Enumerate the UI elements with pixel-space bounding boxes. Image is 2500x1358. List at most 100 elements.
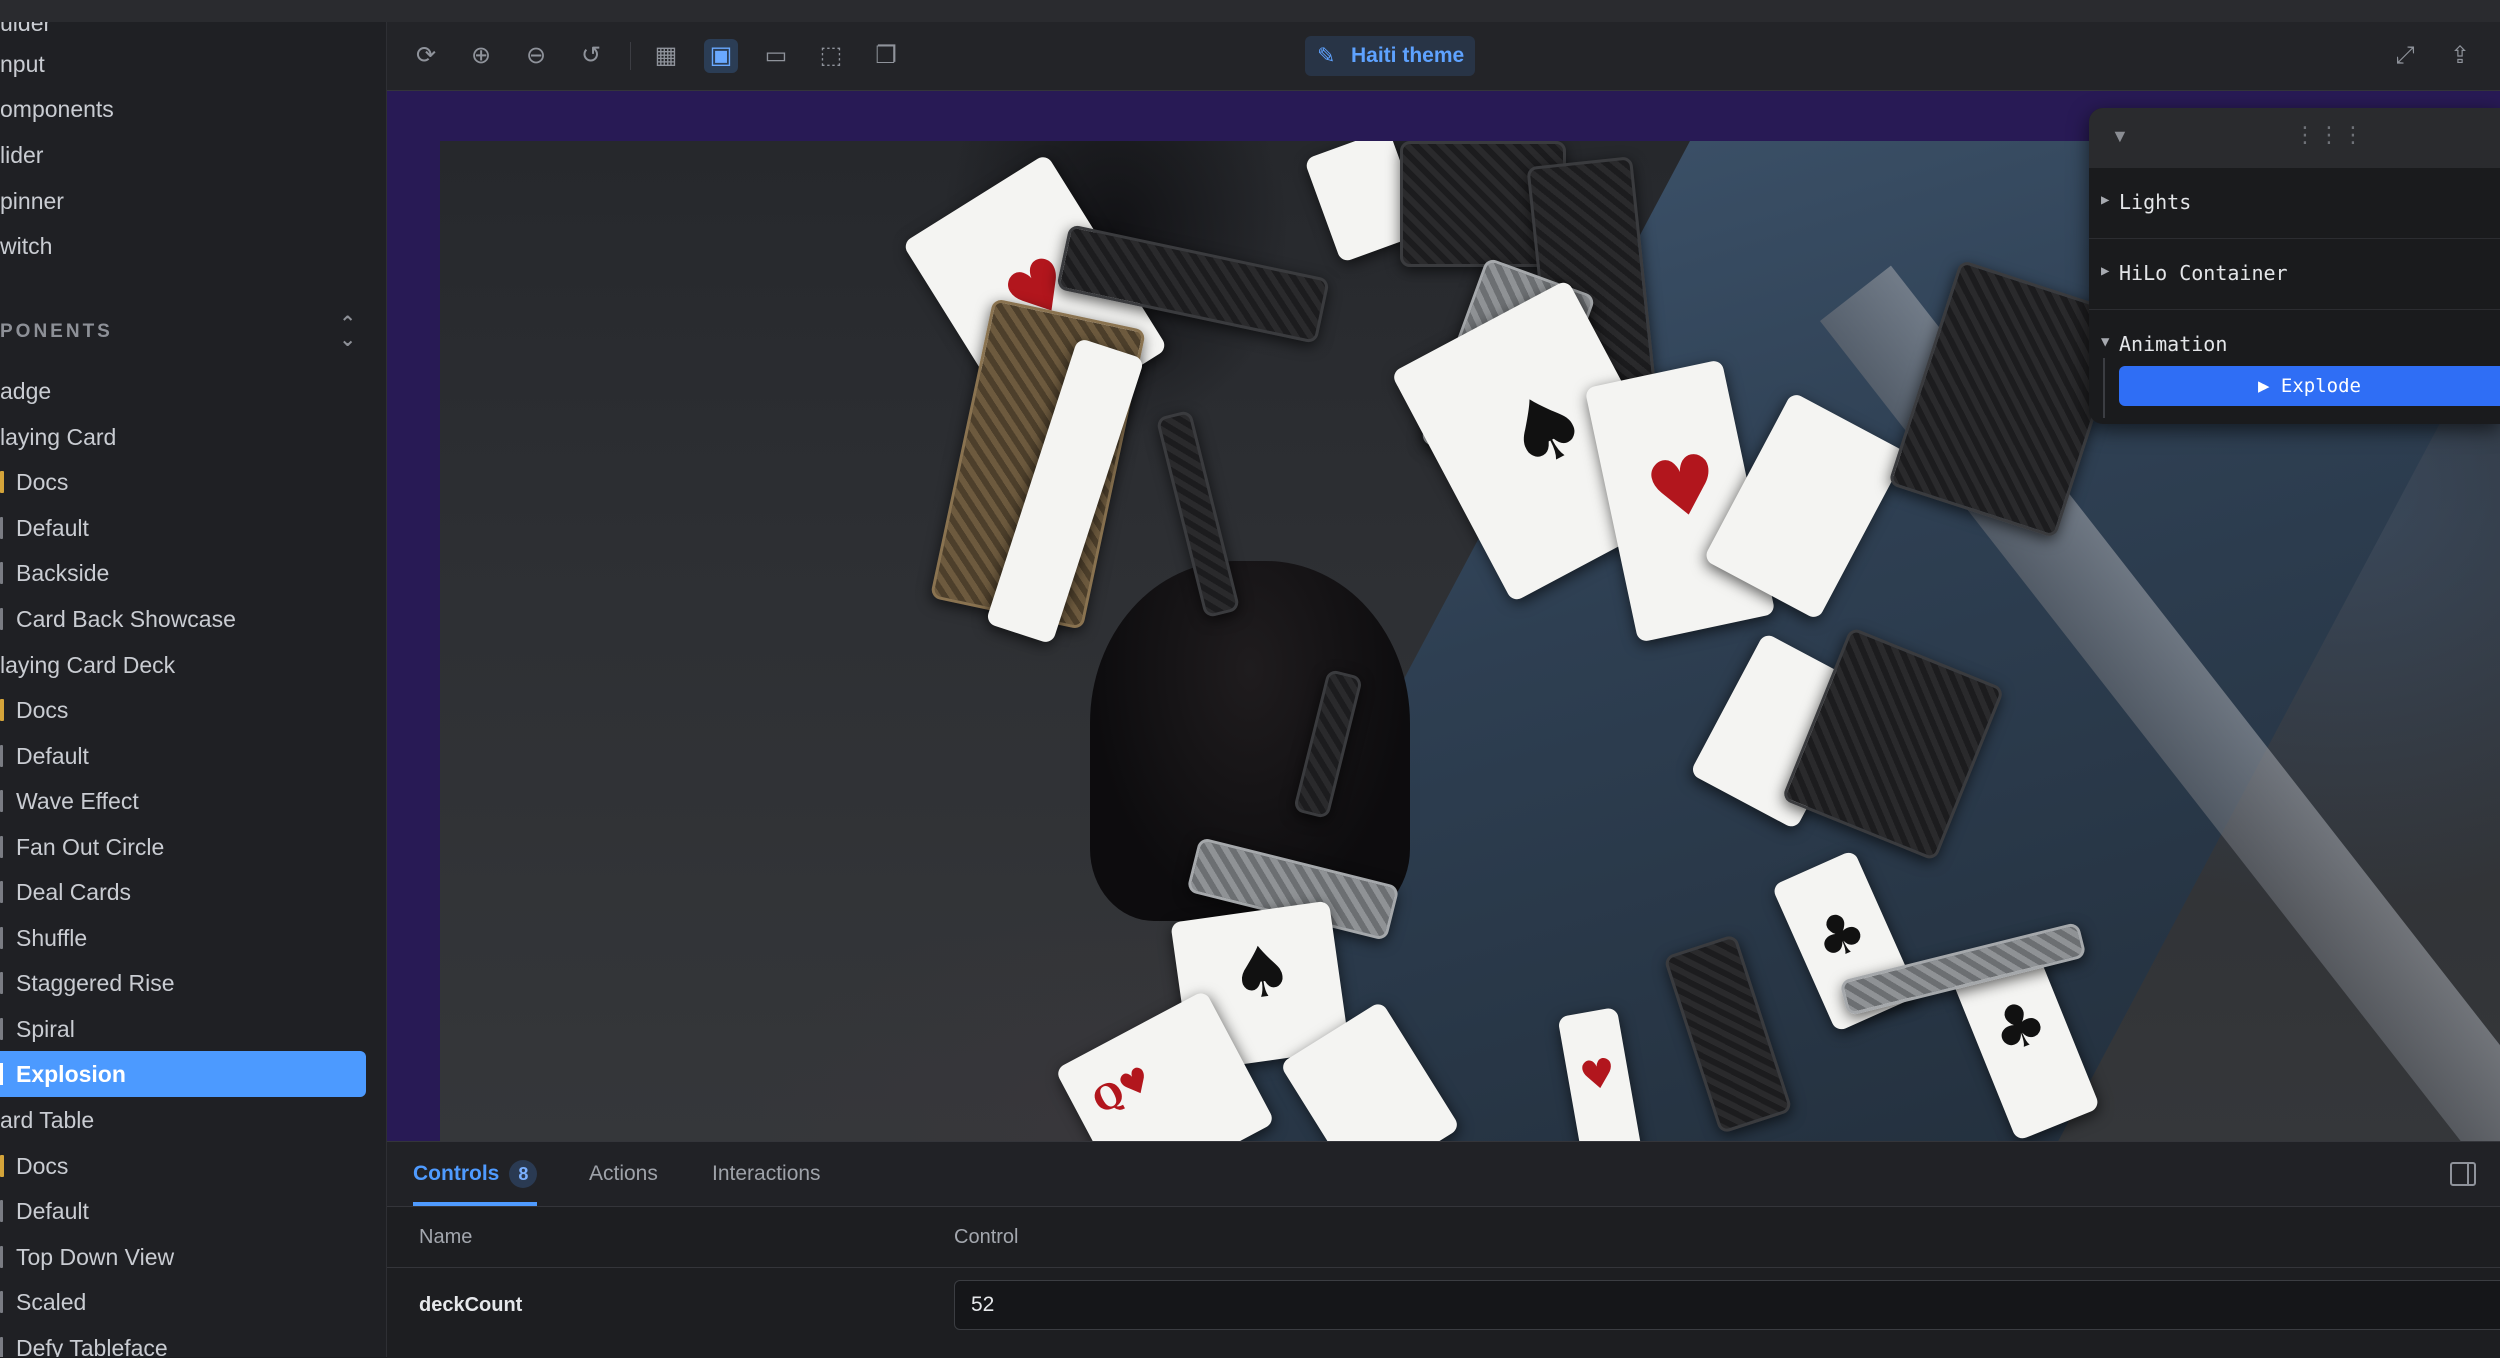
collapse-icon[interactable]: ▼ bbox=[2111, 126, 2129, 147]
sidebar-item-shuffle[interactable]: Shuffle bbox=[0, 915, 87, 961]
sidebar-item-default[interactable]: Default bbox=[0, 505, 89, 551]
deck-count-input[interactable] bbox=[954, 1280, 2500, 1330]
sidebar-item-scaled[interactable]: Scaled bbox=[0, 1279, 86, 1325]
sidebar-item-label: Defy Tableface bbox=[16, 1335, 168, 1357]
sidebar-item-docs[interactable]: Docs bbox=[0, 687, 68, 733]
sidebar-item-spiral[interactable]: Spiral bbox=[0, 1006, 75, 1052]
story-icon bbox=[0, 972, 3, 994]
sidebar-item-label: Spiral bbox=[16, 1016, 75, 1042]
story-icon bbox=[0, 1291, 3, 1313]
sidebar-item-defy-tableface[interactable]: Defy Tableface bbox=[0, 1325, 168, 1357]
heart-icon: Q♥ bbox=[1086, 1058, 1159, 1123]
sidebar-item-deal-cards[interactable]: Deal Cards bbox=[0, 869, 131, 915]
story-icon bbox=[0, 1018, 3, 1040]
sidebar-item-staggered-rise[interactable]: Staggered Rise bbox=[0, 960, 175, 1006]
tab-label: Actions bbox=[589, 1162, 658, 1185]
sidebar-item-label: Shuffle bbox=[16, 925, 88, 951]
club-icon: ♣ bbox=[1981, 984, 2058, 1070]
sidebar-item-label: lider bbox=[0, 142, 44, 168]
tab-interactions[interactable]: Interactions bbox=[712, 1142, 821, 1206]
outline-icon[interactable]: ⬚ bbox=[814, 39, 848, 73]
grid-icon[interactable]: ▦ bbox=[649, 39, 683, 73]
sidebar-item-wave-effect[interactable]: Wave Effect bbox=[0, 778, 139, 824]
column-header-control: Control bbox=[954, 1226, 1019, 1248]
story-icon bbox=[0, 562, 3, 584]
docs-icon bbox=[0, 471, 4, 493]
sidebar-item-label: ulder bbox=[0, 22, 52, 36]
folder-label: HiLo Container bbox=[2119, 261, 2288, 285]
viewport-icon[interactable]: ▭ bbox=[759, 39, 793, 73]
zoom-out-icon[interactable]: ⊖ bbox=[519, 39, 553, 73]
sidebar-item-label: Staggered Rise bbox=[16, 970, 175, 996]
expand-collapse-icon[interactable]: ⌃ ⌄ bbox=[339, 314, 356, 350]
theme-switcher-button[interactable]: ✎ Haiti theme bbox=[1305, 36, 1475, 76]
sidebar-item-input[interactable]: nput bbox=[0, 41, 45, 87]
reload-icon[interactable]: ⟳ bbox=[409, 39, 443, 73]
sidebar-item-fan-out-circle[interactable]: Fan Out Circle bbox=[0, 824, 164, 870]
sidebar-item-card-back-showcase[interactable]: Card Back Showcase bbox=[0, 596, 236, 642]
sidebar-item-badge[interactable]: adge bbox=[0, 368, 51, 414]
zoom-in-icon[interactable]: ⊕ bbox=[464, 39, 498, 73]
folder-lights[interactable]: ▶ Lights bbox=[2089, 168, 2500, 239]
story-icon bbox=[0, 608, 3, 630]
toolbar-divider bbox=[630, 42, 631, 70]
sidebar-item-label: nput bbox=[0, 51, 45, 77]
sidebar-item-label: Fan Out Circle bbox=[16, 834, 165, 860]
sidebar-item-switch[interactable]: witch bbox=[0, 223, 52, 269]
sidebar-item-components[interactable]: omponents bbox=[0, 86, 114, 132]
folder-label: Animation bbox=[2119, 332, 2228, 356]
sidebar-item-top-down-view[interactable]: Top Down View bbox=[0, 1234, 174, 1280]
background-image-icon[interactable]: ▣ bbox=[704, 39, 738, 73]
explode-button[interactable]: ▶ Explode bbox=[2119, 366, 2500, 406]
column-header-name: Name bbox=[419, 1226, 473, 1248]
folder-indent-line bbox=[2103, 358, 2105, 418]
folder-hilo-container[interactable]: ▶ HiLo Container bbox=[2089, 239, 2500, 310]
sidebar-item-label: Default bbox=[16, 743, 89, 769]
folder-label: Lights bbox=[2119, 190, 2192, 214]
addons-tabs: Controls 8 Actions Interactions bbox=[387, 1142, 2500, 1207]
sidebar-item-card-table[interactable]: ard Table bbox=[0, 1097, 94, 1143]
tab-actions[interactable]: Actions bbox=[589, 1142, 658, 1206]
sidebar-item-label: Wave Effect bbox=[16, 788, 139, 814]
sidebar-item-label: Top Down View bbox=[16, 1244, 175, 1270]
sidebar-item-slider[interactable]: lider bbox=[0, 132, 43, 178]
theme-label: Haiti theme bbox=[1351, 44, 1465, 67]
sidebar-item-label: adge bbox=[0, 378, 52, 404]
sidebar-item-label: laying Card Deck bbox=[0, 652, 176, 678]
sidebar-section-header[interactable]: PONENTS ⌃ ⌄ bbox=[0, 312, 370, 352]
story-icon bbox=[0, 927, 3, 949]
sidebar-item-backside[interactable]: Backside bbox=[0, 550, 109, 596]
sidebar-item-playing-card-deck[interactable]: laying Card Deck bbox=[0, 642, 175, 688]
sidebar-item-default[interactable]: Default bbox=[0, 733, 89, 779]
tab-controls[interactable]: Controls 8 bbox=[413, 1142, 538, 1206]
drag-handle-icon[interactable]: ⋮⋮⋮ bbox=[2294, 122, 2366, 148]
story-icon bbox=[0, 790, 3, 812]
panel-orientation-icon[interactable] bbox=[2450, 1162, 2476, 1186]
spade-icon: ♠ bbox=[1485, 364, 1607, 496]
zoom-reset-icon[interactable]: ↺ bbox=[574, 39, 608, 73]
sidebar-item-docs[interactable]: Docs bbox=[0, 459, 68, 505]
measure-icon[interactable]: ❐ bbox=[869, 39, 903, 73]
table-row: deckCount bbox=[387, 1268, 2500, 1358]
caret-right-icon: ▶ bbox=[2101, 263, 2110, 279]
share-icon[interactable]: ⇪ bbox=[2443, 39, 2477, 73]
control-name: deckCount bbox=[419, 1294, 523, 1316]
sidebar-item-default[interactable]: Default bbox=[0, 1188, 89, 1234]
leva-control-pane: ▼ ⋮⋮⋮ ▶ Lights ▶ HiLo Container ▼ Animat… bbox=[2089, 108, 2500, 424]
club-icon: ♣ bbox=[1804, 895, 1877, 976]
story-icon bbox=[0, 1200, 3, 1222]
docs-icon bbox=[0, 1155, 4, 1177]
story-icon bbox=[0, 881, 3, 903]
sidebar-item-explosion[interactable]: Explosion bbox=[0, 1051, 366, 1097]
sidebar-item-label: laying Card bbox=[0, 424, 117, 450]
sidebar-item-playing-card[interactable]: laying Card bbox=[0, 414, 116, 460]
pane-header[interactable]: ▼ ⋮⋮⋮ bbox=[2089, 108, 2500, 168]
story-icon bbox=[0, 745, 3, 767]
sidebar-item-docs[interactable]: Docs bbox=[0, 1143, 68, 1189]
fullscreen-icon[interactable]: ⤢ bbox=[2388, 39, 2422, 73]
tab-label: Interactions bbox=[712, 1162, 821, 1185]
story-icon bbox=[0, 517, 3, 539]
controls-table-header: Name Control bbox=[387, 1207, 2500, 1268]
story-icon bbox=[0, 1246, 3, 1268]
sidebar-item-spinner[interactable]: pinner bbox=[0, 178, 64, 224]
